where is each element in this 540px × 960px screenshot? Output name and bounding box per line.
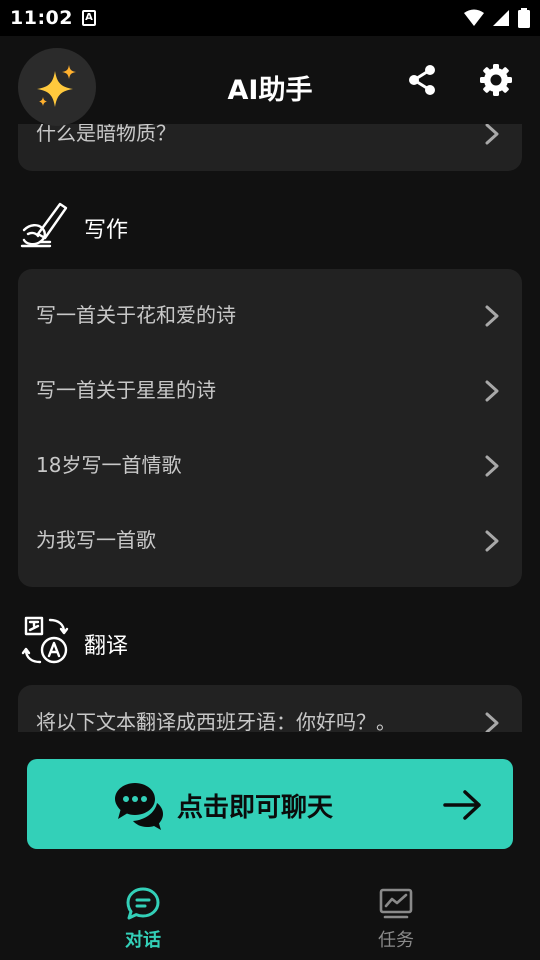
share-icon	[409, 65, 435, 95]
translate-icon	[21, 616, 69, 664]
status-bar: 11:02 A	[0, 0, 540, 36]
prompt-item-label: 写一首关于花和爱的诗	[36, 303, 236, 327]
start-chat-button[interactable]: 点击即可聊天	[27, 759, 513, 849]
tab-label: 对话	[125, 930, 161, 951]
prompt-card-translate: 将以下文本翻译成西班牙语：你好吗？。	[18, 685, 522, 732]
prompt-card-writing: 写一首关于花和爱的诗 写一首关于星星的诗 18岁写一首情歌 为我写一首歌	[18, 269, 522, 587]
prompt-item-label: 什么是暗物质？	[36, 124, 176, 145]
prompt-item[interactable]: 写一首关于花和爱的诗	[18, 278, 522, 353]
section-title: 翻译	[84, 634, 129, 659]
prompt-item[interactable]: 18岁写一首情歌	[18, 428, 522, 503]
prompt-item-label: 写一首关于星星的诗	[36, 378, 216, 402]
app-title: AI助手	[227, 75, 313, 106]
prompt-item-label: 18岁写一首情歌	[36, 453, 182, 477]
section-header-translate: 翻译	[20, 614, 320, 670]
status-icons	[464, 8, 530, 28]
section-title: 写作	[84, 218, 129, 243]
chevron-right-icon	[485, 380, 499, 402]
prompt-item[interactable]: 什么是暗物质？	[18, 124, 522, 171]
status-time: 11:02	[10, 7, 73, 29]
writing-hand-icon	[20, 202, 68, 248]
chat-bubbles-icon	[115, 783, 163, 830]
notification-badge-icon: A	[82, 10, 96, 26]
bottom-nav: 对话 任务	[0, 876, 540, 960]
share-button[interactable]	[404, 62, 440, 98]
signal-icon	[493, 10, 509, 26]
chevron-right-icon	[485, 305, 499, 327]
chart-monitor-icon	[379, 888, 413, 919]
tab-label: 任务	[378, 930, 414, 951]
prompt-item-label: 为我写一首歌	[36, 528, 156, 552]
app-header: AI助手	[0, 36, 540, 126]
section-header-writing: 写作	[20, 198, 320, 254]
prompt-item[interactable]: 为我写一首歌	[18, 503, 522, 578]
wifi-icon	[464, 9, 484, 26]
chat-icon	[126, 887, 160, 920]
arrow-right-icon	[443, 790, 481, 820]
battery-icon	[518, 8, 530, 28]
chevron-right-icon	[485, 124, 499, 145]
start-chat-label: 点击即可聊天	[177, 793, 334, 823]
prompt-card-general: 什么是暗物质？	[18, 124, 522, 171]
prompt-list[interactable]: 什么是暗物质？ 写作 写一首关于花和爱的诗 写一首关于星星的诗 18岁写一首情歌	[0, 124, 540, 732]
prompt-item[interactable]: 写一首关于星星的诗	[18, 353, 522, 428]
gear-icon	[480, 64, 512, 96]
chevron-right-icon	[485, 530, 499, 552]
tab-chat[interactable]: 对话	[83, 886, 203, 952]
prompt-item[interactable]: 将以下文本翻译成西班牙语：你好吗？。	[18, 685, 522, 732]
settings-button[interactable]	[478, 62, 514, 98]
chevron-right-icon	[485, 712, 499, 732]
chevron-right-icon	[485, 455, 499, 477]
prompt-item-label: 将以下文本翻译成西班牙语：你好吗？。	[36, 710, 396, 732]
tab-tasks[interactable]: 任务	[336, 886, 456, 952]
